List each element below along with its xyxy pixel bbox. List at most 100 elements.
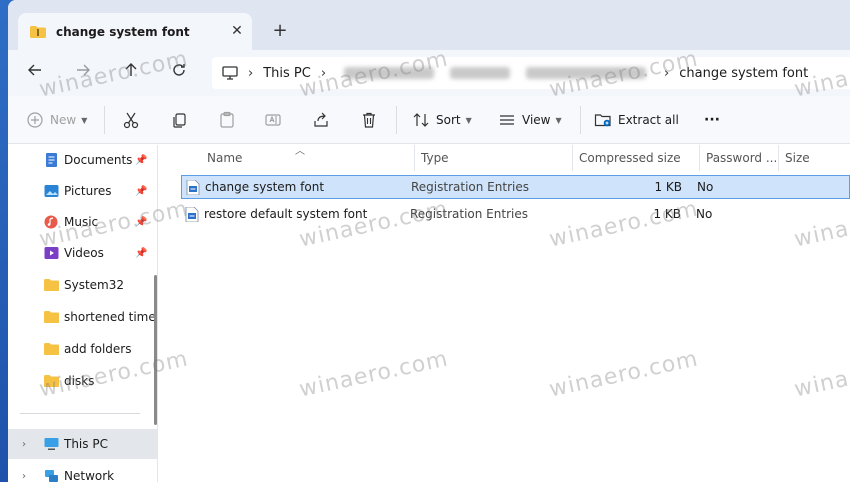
navigation-pane: Documents 📌 Pictures 📌 Music 📌 Videos 📌 … bbox=[8, 145, 158, 482]
sidebar-item-music[interactable]: Music 📌 bbox=[8, 207, 158, 237]
sidebar-item-documents[interactable]: Documents 📌 bbox=[8, 145, 158, 175]
rename-icon bbox=[265, 114, 281, 126]
sort-ascending-icon: ︿ bbox=[295, 146, 305, 157]
new-tab-button[interactable]: + bbox=[270, 22, 290, 42]
column-header-name[interactable]: Name bbox=[207, 145, 242, 171]
file-password: No bbox=[696, 207, 713, 221]
breadcrumb-this-pc[interactable]: This PC bbox=[263, 66, 311, 81]
breadcrumb-redacted bbox=[526, 67, 647, 79]
scissors-icon bbox=[123, 112, 139, 129]
delete-button[interactable] bbox=[360, 109, 378, 131]
file-row-change-system-font[interactable]: change system font Registration Entries … bbox=[181, 175, 850, 199]
column-header-compressed-size[interactable]: Compressed size bbox=[579, 145, 681, 171]
folder-icon bbox=[44, 311, 59, 323]
tab-title: change system font bbox=[56, 24, 190, 39]
trash-icon bbox=[363, 112, 375, 128]
sidebar-scrollbar[interactable] bbox=[154, 275, 157, 425]
chevron-down-icon: ▼ bbox=[81, 115, 88, 125]
chevron-right-icon[interactable]: › bbox=[22, 439, 26, 450]
column-header-type[interactable]: Type bbox=[421, 145, 449, 171]
pin-icon: 📌 bbox=[135, 155, 148, 166]
column-divider[interactable] bbox=[778, 145, 779, 171]
column-divider[interactable] bbox=[699, 145, 700, 171]
cut-button[interactable] bbox=[122, 109, 140, 131]
sidebar-item-this-pc[interactable]: › This PC bbox=[8, 429, 158, 459]
view-button[interactable]: View ▼ bbox=[498, 109, 562, 131]
file-compressed-size: 1 KB bbox=[654, 180, 682, 194]
breadcrumb-chevron-icon: › bbox=[248, 65, 254, 81]
file-row-restore-default-system-font[interactable]: restore default system font Registration… bbox=[181, 203, 850, 227]
folder-icon bbox=[44, 343, 59, 355]
documents-icon bbox=[46, 153, 57, 167]
file-name: change system font bbox=[205, 180, 325, 194]
breadcrumb-redacted bbox=[344, 67, 435, 79]
breadcrumb-chevron-icon: › bbox=[320, 65, 327, 81]
chevron-down-icon: ▼ bbox=[555, 115, 562, 125]
music-icon bbox=[44, 215, 58, 229]
tab-change-system-font[interactable]: change system font ✕ bbox=[18, 13, 252, 50]
registry-file-icon bbox=[186, 180, 200, 195]
more-options-button[interactable]: ··· bbox=[704, 109, 720, 131]
breadcrumb-redacted bbox=[450, 67, 511, 79]
file-password: No bbox=[697, 180, 714, 194]
up-arrow-icon[interactable] bbox=[120, 62, 142, 84]
new-button[interactable]: New ▼ bbox=[26, 109, 87, 131]
column-header-size[interactable]: Size bbox=[785, 145, 810, 171]
pin-icon: 📌 bbox=[135, 248, 148, 259]
divider bbox=[104, 106, 105, 134]
column-divider[interactable] bbox=[414, 145, 415, 171]
pictures-icon bbox=[44, 185, 59, 197]
rename-button[interactable] bbox=[264, 109, 282, 131]
file-name: restore default system font bbox=[204, 207, 368, 221]
paste-button[interactable] bbox=[218, 109, 236, 131]
clipboard-icon bbox=[220, 111, 234, 128]
sidebar-item-videos[interactable]: Videos 📌 bbox=[8, 238, 158, 268]
file-type: Registration Entries bbox=[410, 207, 528, 221]
divider bbox=[396, 106, 397, 134]
share-icon bbox=[314, 112, 328, 127]
folder-icon bbox=[44, 279, 59, 291]
sidebar-item-disks[interactable]: disks bbox=[8, 366, 158, 396]
breadcrumb-chevron-icon: › bbox=[664, 65, 670, 81]
back-arrow-icon[interactable] bbox=[24, 62, 46, 84]
command-bar: New ▼ Sort ▼ View ▼ Extract all ··· bbox=[8, 96, 850, 144]
extract-all-button[interactable]: Extract all bbox=[594, 109, 679, 131]
share-button[interactable] bbox=[312, 109, 330, 131]
zip-folder-icon bbox=[30, 25, 46, 38]
tab-strip: change system font ✕ + bbox=[8, 0, 850, 50]
videos-icon bbox=[44, 247, 59, 259]
pc-icon bbox=[222, 66, 238, 80]
sidebar-item-pictures[interactable]: Pictures 📌 bbox=[8, 176, 158, 206]
folder-icon bbox=[44, 375, 59, 387]
divider bbox=[580, 106, 581, 134]
navigation-bar: › This PC › › change system font bbox=[8, 50, 850, 96]
pin-icon: 📌 bbox=[135, 217, 148, 228]
plus-circle-icon bbox=[27, 112, 43, 128]
sidebar-item-add-folders[interactable]: add folders bbox=[8, 334, 158, 364]
file-list: ︿ Name Type Compressed size Password ...… bbox=[159, 145, 850, 482]
view-list-icon bbox=[500, 115, 514, 125]
sidebar-item-network[interactable]: › Network bbox=[8, 461, 158, 482]
network-icon bbox=[45, 470, 58, 482]
sidebar-item-system32[interactable]: System32 bbox=[8, 270, 158, 300]
file-type: Registration Entries bbox=[411, 180, 529, 194]
column-divider[interactable] bbox=[572, 145, 573, 171]
column-header-password[interactable]: Password ... bbox=[706, 145, 777, 171]
registry-file-icon bbox=[185, 207, 199, 222]
copy-button[interactable] bbox=[170, 109, 188, 131]
pc-icon bbox=[44, 438, 59, 450]
copy-icon bbox=[173, 113, 186, 128]
extract-folder-icon bbox=[594, 114, 611, 127]
forward-arrow-icon[interactable] bbox=[72, 62, 94, 84]
file-explorer-window: change system font ✕ + › This PC › › cha… bbox=[8, 0, 850, 482]
close-tab-icon[interactable]: ✕ bbox=[228, 22, 246, 40]
pin-icon: 📌 bbox=[135, 186, 148, 197]
refresh-icon[interactable] bbox=[168, 62, 190, 84]
file-compressed-size: 1 KB bbox=[653, 207, 681, 221]
address-bar[interactable]: › This PC › › change system font bbox=[212, 57, 850, 89]
sidebar-divider bbox=[20, 413, 140, 414]
sort-button[interactable]: Sort ▼ bbox=[412, 109, 472, 131]
chevron-right-icon[interactable]: › bbox=[22, 471, 26, 482]
breadcrumb-current[interactable]: change system font bbox=[679, 66, 808, 81]
sidebar-item-shortened-time[interactable]: shortened time bbox=[8, 302, 158, 332]
